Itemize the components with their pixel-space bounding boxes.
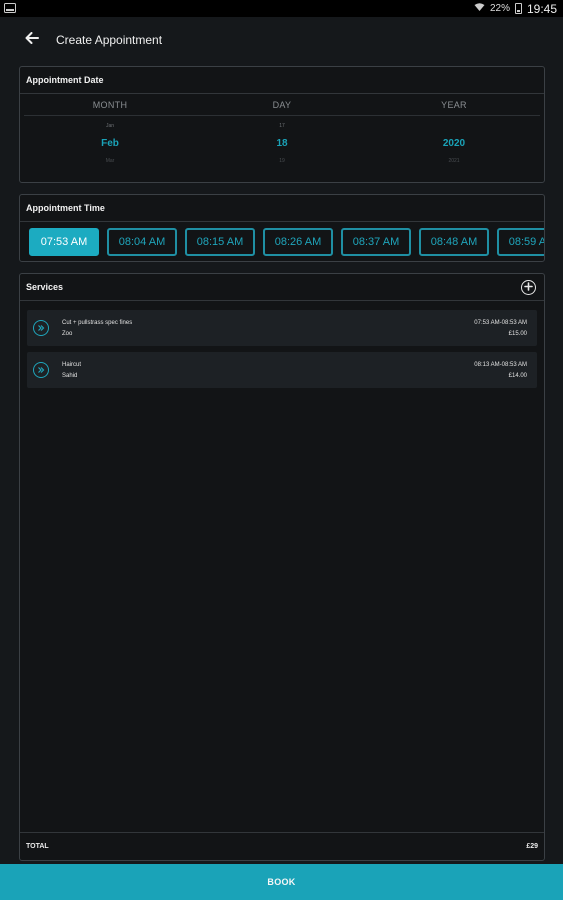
services-title: Services bbox=[26, 282, 64, 292]
status-time: 19:45 bbox=[526, 1, 557, 16]
appointment-time-card: Appointment Time 07:53 AM 08:04 AM 08:15… bbox=[19, 194, 545, 262]
time-slot-list[interactable]: 07:53 AM 08:04 AM 08:15 AM 08:26 AM 08:3… bbox=[20, 222, 544, 256]
month-selected[interactable]: Feb bbox=[101, 138, 119, 152]
wifi-icon bbox=[474, 2, 485, 15]
service-price: £14.00 bbox=[508, 372, 527, 379]
time-slot[interactable]: 08:37 AM bbox=[341, 228, 411, 256]
year-selected[interactable]: 2020 bbox=[443, 138, 465, 152]
book-button[interactable]: BOOK bbox=[0, 864, 563, 900]
month-next[interactable]: Mar bbox=[106, 158, 115, 166]
page-title: Create Appointment bbox=[56, 33, 163, 47]
year-next[interactable]: 2021 bbox=[448, 158, 459, 166]
month-label: MONTH bbox=[24, 94, 196, 116]
status-bar: 22% 19:45 bbox=[0, 0, 563, 17]
service-item[interactable]: Haircut Sahid 08:13 AM-08:53 AM £14.00 bbox=[27, 352, 537, 388]
total-value: £29 bbox=[526, 843, 538, 850]
date-picker: MONTH Jan Feb Mar DAY 17 18 19 YEAR 2020… bbox=[20, 94, 544, 166]
services-card: Services Cut + pullstrass spec fines Zoo… bbox=[19, 273, 545, 861]
add-service-button[interactable] bbox=[521, 279, 536, 295]
service-time: 08:13 AM-08:53 AM bbox=[474, 361, 527, 368]
time-slot[interactable]: 08:59 AM bbox=[497, 228, 544, 256]
service-staff: Sahid bbox=[62, 372, 78, 379]
year-picker[interactable]: YEAR 2020 2021 bbox=[368, 94, 540, 166]
time-slot[interactable]: 07:53 AM bbox=[29, 228, 99, 256]
day-picker[interactable]: DAY 17 18 19 bbox=[196, 94, 368, 166]
time-slot[interactable]: 08:04 AM bbox=[107, 228, 177, 256]
arrow-left-icon bbox=[25, 31, 39, 49]
appointment-date-title: Appointment Date bbox=[26, 75, 104, 85]
service-arrow-icon[interactable] bbox=[33, 362, 49, 378]
service-price: £15.00 bbox=[508, 330, 527, 337]
day-label: DAY bbox=[196, 94, 368, 116]
service-staff: Zoo bbox=[62, 330, 73, 337]
back-button[interactable] bbox=[22, 30, 42, 50]
service-arrow-icon[interactable] bbox=[33, 320, 49, 336]
appointment-date-card: Appointment Date MONTH Jan Feb Mar DAY 1… bbox=[19, 66, 545, 183]
service-time: 07:53 AM-08:53 AM bbox=[474, 319, 527, 326]
battery-percent: 22% bbox=[489, 3, 510, 14]
time-slot[interactable]: 08:15 AM bbox=[185, 228, 255, 256]
time-slot[interactable]: 08:26 AM bbox=[263, 228, 333, 256]
day-prev[interactable]: 17 bbox=[279, 123, 285, 131]
service-name: Haircut bbox=[62, 361, 82, 368]
plus-icon bbox=[524, 281, 533, 293]
service-name: Cut + pullstrass spec fines bbox=[62, 319, 133, 326]
day-selected[interactable]: 18 bbox=[276, 138, 287, 152]
battery-icon bbox=[514, 3, 522, 14]
total-row: TOTAL £29 bbox=[20, 832, 544, 860]
service-item[interactable]: Cut + pullstrass spec fines Zoo 07:53 AM… bbox=[27, 310, 537, 346]
day-next[interactable]: 19 bbox=[279, 158, 285, 166]
month-prev[interactable]: Jan bbox=[106, 123, 114, 131]
appointment-time-title: Appointment Time bbox=[26, 203, 105, 213]
month-picker[interactable]: MONTH Jan Feb Mar bbox=[24, 94, 196, 166]
notification-icon bbox=[4, 0, 16, 18]
time-slot[interactable]: 08:48 AM bbox=[419, 228, 489, 256]
total-label: TOTAL bbox=[26, 843, 49, 850]
year-label: YEAR bbox=[368, 94, 540, 116]
app-bar: Create Appointment bbox=[0, 17, 563, 63]
